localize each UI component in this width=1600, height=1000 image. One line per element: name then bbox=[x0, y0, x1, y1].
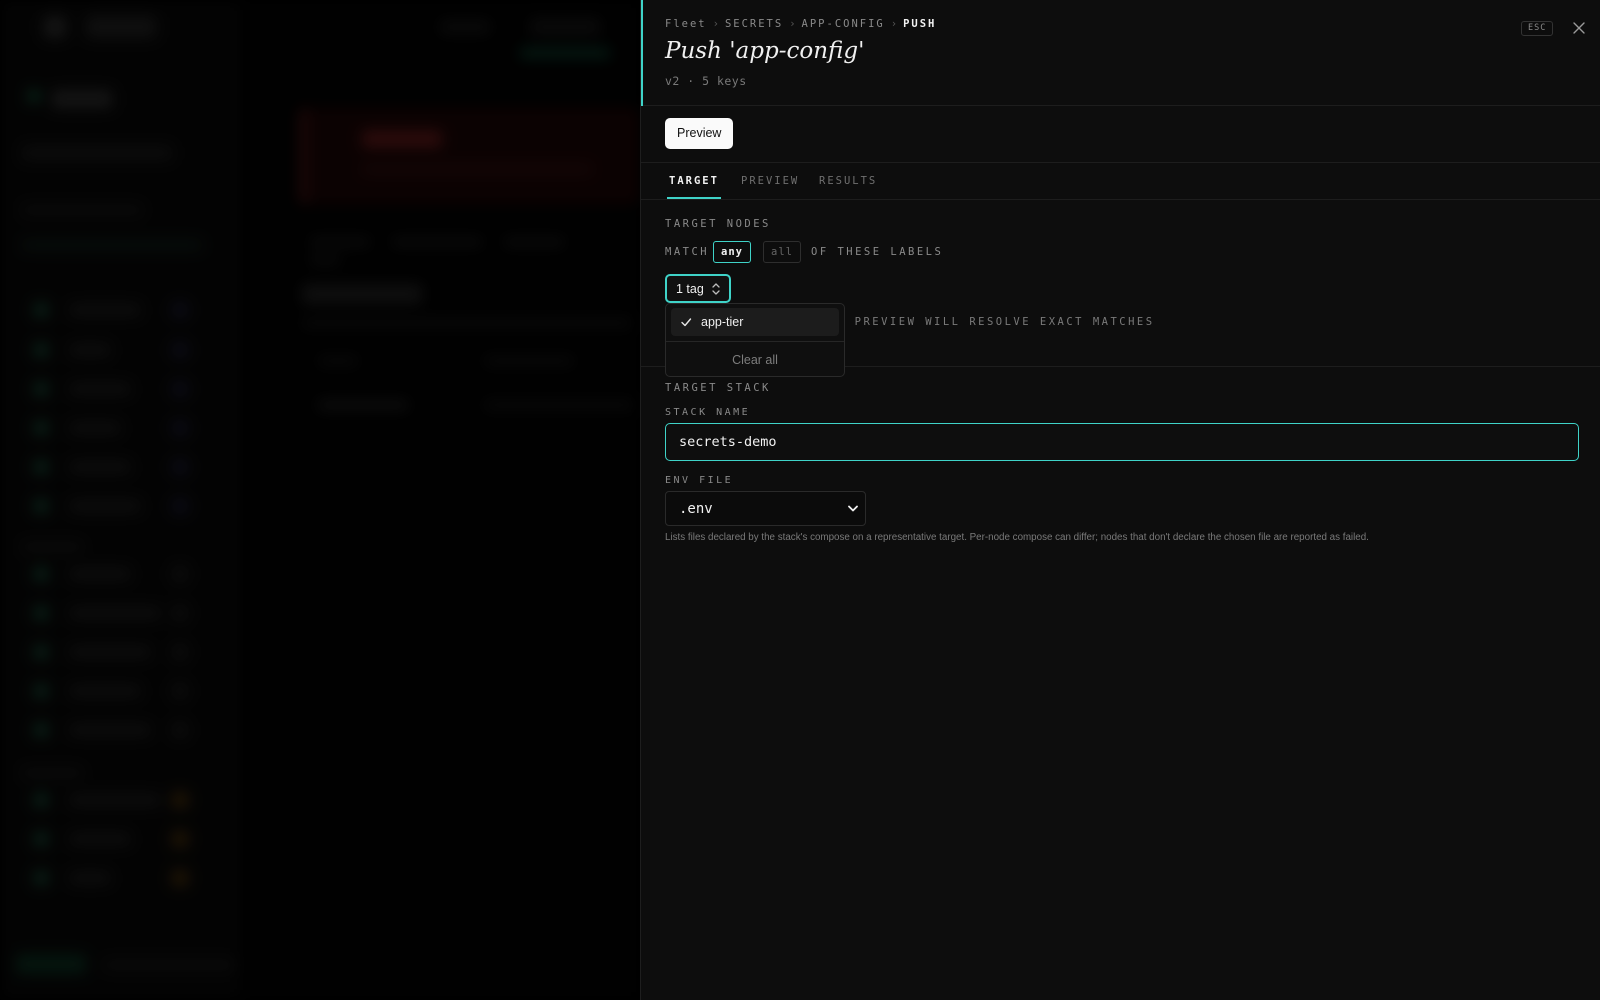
close-button[interactable] bbox=[1569, 18, 1589, 38]
stack-name-label: STACK NAME bbox=[665, 407, 751, 418]
target-nodes-heading: TARGET NODES bbox=[665, 218, 771, 230]
breadcrumb-separator: › bbox=[712, 18, 719, 30]
chevron-up-down-icon bbox=[712, 283, 720, 295]
breadcrumb-separator: › bbox=[789, 18, 796, 30]
preview-button[interactable]: Preview bbox=[665, 118, 734, 149]
match-hint: · PREVIEW WILL RESOLVE EXACT MATCHES bbox=[837, 316, 1155, 328]
breadcrumb-item-fleet[interactable]: Fleet bbox=[665, 18, 707, 30]
match-mode-row: MATCH any all OF THESE LABELS bbox=[665, 241, 1265, 263]
breadcrumb-item-secrets[interactable]: SECRETS bbox=[725, 18, 783, 30]
dropdown-divider bbox=[666, 341, 844, 342]
breadcrumb-item-app-config[interactable]: APP-CONFIG bbox=[802, 18, 885, 30]
match-any-toggle[interactable]: any bbox=[713, 241, 751, 263]
action-bar: Preview bbox=[641, 106, 1600, 163]
push-panel: Fleet › SECRETS › APP-CONFIG › PUSH Push 'app-… bbox=[640, 0, 1600, 1000]
tab-results[interactable]: RESULTS bbox=[819, 175, 877, 187]
tab-preview[interactable]: PREVIEW bbox=[741, 175, 799, 187]
active-tab-indicator bbox=[667, 197, 721, 199]
panel-header: Fleet › SECRETS › APP-CONFIG › PUSH Push 'app-… bbox=[641, 0, 1600, 106]
env-file-label: ENV FILE bbox=[665, 475, 734, 486]
clear-all-button[interactable]: Clear all bbox=[666, 346, 844, 374]
header-accent-bar bbox=[641, 0, 643, 106]
tag-multiselect[interactable]: 1 tag bbox=[665, 274, 731, 303]
page-title: Push 'app-config' bbox=[665, 38, 865, 64]
tag-select-value: 1 tag bbox=[676, 282, 704, 296]
tab-bar: TARGET PREVIEW RESULTS bbox=[641, 163, 1600, 200]
env-file-value: .env bbox=[679, 501, 713, 517]
dropdown-option-label: app-tier bbox=[701, 315, 744, 329]
stack-name-input[interactable] bbox=[665, 423, 1579, 461]
env-file-select[interactable]: .env bbox=[665, 491, 866, 526]
breadcrumb-item-push: PUSH bbox=[903, 18, 937, 30]
match-all-toggle[interactable]: all bbox=[763, 241, 801, 263]
chevron-down-icon bbox=[848, 505, 858, 512]
tab-target[interactable]: TARGET bbox=[669, 175, 719, 187]
breadcrumb-separator: › bbox=[890, 18, 898, 30]
check-icon bbox=[681, 318, 692, 327]
env-file-help-text: Lists files declared by the stack's comp… bbox=[665, 532, 1369, 543]
match-tail-label: OF THESE LABELS bbox=[811, 246, 944, 258]
tag-dropdown-menu: app-tier Clear all bbox=[665, 303, 845, 377]
esc-keyboard-hint: ESC bbox=[1521, 21, 1554, 36]
target-stack-heading: TARGET STACK bbox=[665, 382, 771, 394]
close-icon bbox=[1573, 22, 1585, 34]
match-label: MATCH bbox=[665, 246, 710, 258]
breadcrumb: Fleet › SECRETS › APP-CONFIG › PUSH bbox=[665, 18, 936, 30]
page-subtitle: v2 · 5 keys bbox=[665, 74, 747, 88]
dropdown-option-app-tier[interactable]: app-tier bbox=[671, 308, 839, 336]
